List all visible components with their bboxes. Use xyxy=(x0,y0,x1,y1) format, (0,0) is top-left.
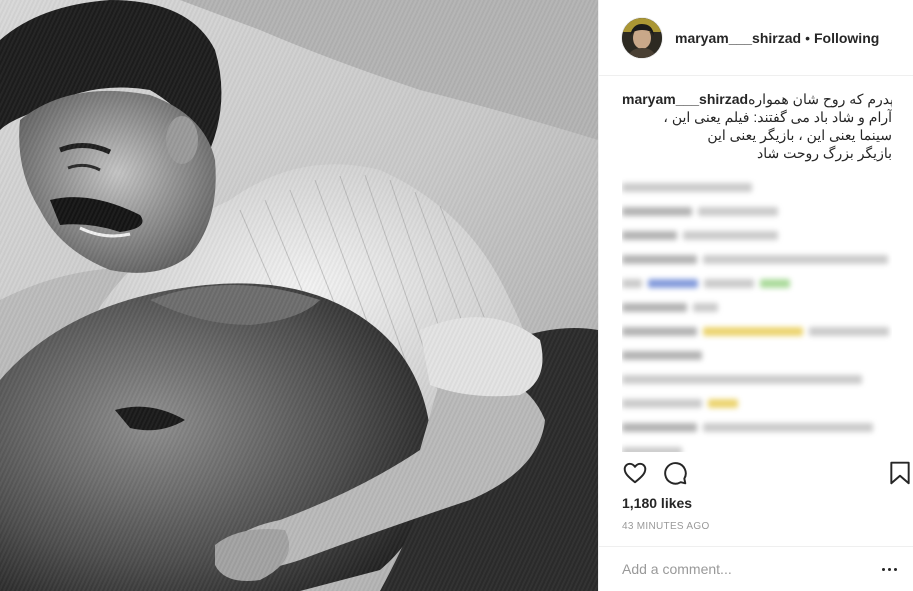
avatar-image xyxy=(622,17,662,58)
comment-input[interactable] xyxy=(622,561,862,577)
header-text: maryam___shirzad • Following xyxy=(675,30,879,46)
add-comment-bar xyxy=(599,546,913,591)
heart-icon xyxy=(623,462,647,484)
caption-text-line-2: آرام و شاد باد می گفتند: فیلم یعنی این ، xyxy=(663,109,892,125)
list-item xyxy=(622,416,892,438)
caption-text-line-3: سینما یعنی این ، بازیگر یعنی این xyxy=(707,127,892,143)
caption-username[interactable]: maryam___shirzad xyxy=(622,90,748,108)
post-actions xyxy=(622,460,910,488)
comment-button[interactable] xyxy=(662,460,688,486)
list-item xyxy=(622,440,892,452)
caption-text-line-4: بازیگر بزرگ روحت شاد xyxy=(756,145,892,161)
post-photo[interactable] xyxy=(0,0,598,591)
list-item xyxy=(622,344,892,366)
instagram-post: maryam___shirzad • Following maryam___sh… xyxy=(0,0,913,591)
more-options-icon xyxy=(893,567,897,571)
follow-status-button[interactable]: Following xyxy=(814,30,879,46)
bookmark-icon xyxy=(890,461,910,485)
likes-count[interactable]: 1,180 likes xyxy=(622,495,692,511)
post-timestamp[interactable]: 43 MINUTES AGO xyxy=(622,521,710,532)
save-button[interactable] xyxy=(887,460,913,486)
post-sidebar: maryam___shirzad • Following maryam___sh… xyxy=(598,0,913,591)
list-item xyxy=(622,296,892,318)
header-username[interactable]: maryam___shirzad xyxy=(675,30,801,46)
list-item xyxy=(622,176,892,198)
like-button[interactable] xyxy=(622,460,648,486)
caption-text-line-1: پدرم که روح شان همواره xyxy=(748,91,892,107)
list-item xyxy=(622,224,892,246)
comments-section: maryam___shirzad پدرم که روح شان همواره … xyxy=(622,90,892,452)
comment-bubble-icon xyxy=(664,462,687,485)
caption-first-line: maryam___shirzad پدرم که روح شان همواره xyxy=(622,90,892,108)
photo-illustration xyxy=(0,0,598,591)
list-item xyxy=(622,248,892,270)
post-header: maryam___shirzad • Following xyxy=(599,0,913,76)
list-item xyxy=(622,368,892,390)
post-caption: maryam___shirzad پدرم که روح شان همواره … xyxy=(622,90,892,162)
more-options-icon xyxy=(881,567,885,571)
list-item xyxy=(622,392,892,414)
header-separator: • xyxy=(805,29,810,46)
list-item xyxy=(622,272,892,294)
avatar[interactable] xyxy=(622,17,662,58)
list-item xyxy=(622,200,892,222)
list-item xyxy=(622,320,892,342)
more-options-button[interactable] xyxy=(879,561,899,577)
blurred-comments xyxy=(622,176,892,452)
more-options-icon xyxy=(887,567,891,571)
